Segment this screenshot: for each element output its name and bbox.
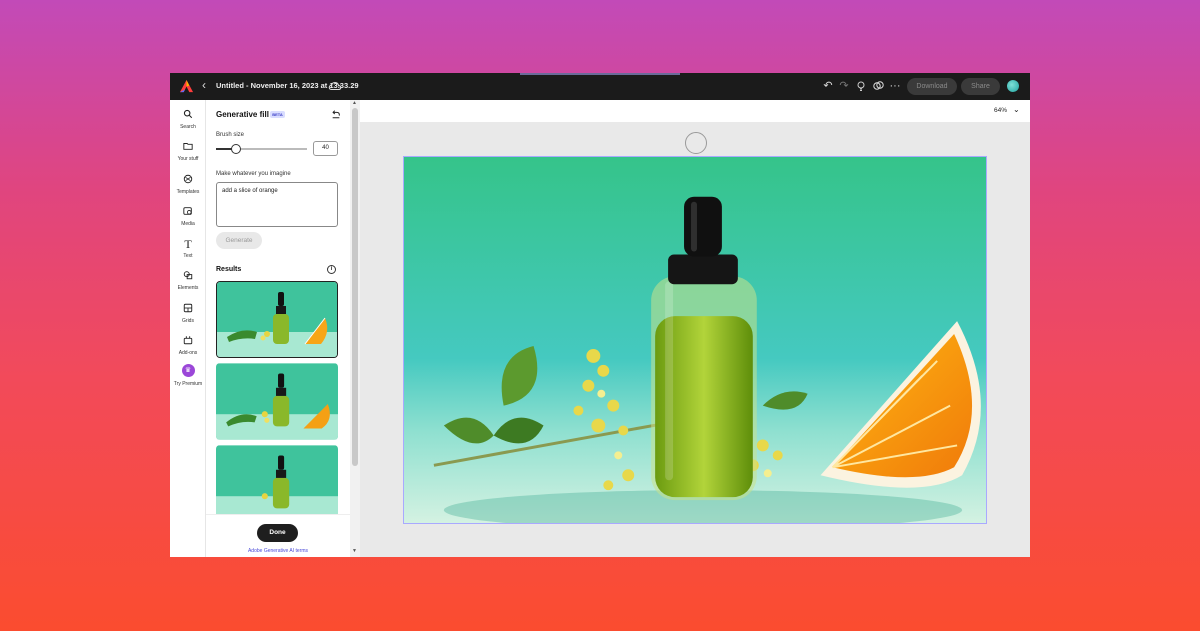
app-window: ‹ Untitled - November 16, 2023 at 13.33.… (170, 73, 1030, 557)
rail-item-search[interactable]: Search (170, 109, 206, 130)
scroll-thumb[interactable] (352, 108, 358, 466)
rail-item-label: Your stuff (177, 156, 199, 162)
rail-item-try-premium[interactable]: ♛ Try Premium (170, 364, 206, 387)
panel-title: Generative fill (216, 110, 269, 119)
grids-icon (170, 303, 206, 315)
premium-badge: ♛ (170, 364, 206, 378)
comments-icon[interactable] (872, 80, 884, 92)
rail-item-label: Text (183, 253, 193, 259)
rail-item-label: Grids (182, 318, 194, 324)
done-button[interactable]: Done (257, 524, 298, 542)
rail-item-elements[interactable]: Elements (170, 270, 206, 291)
lightbulb-icon[interactable] (855, 80, 867, 92)
avatar[interactable] (1007, 80, 1019, 92)
left-rail: Search Your stuff Templates Media T Text (170, 100, 206, 557)
rail-item-label: Add-ons (178, 350, 198, 356)
search-icon (170, 109, 206, 121)
undo-icon[interactable]: ↶ (822, 80, 834, 92)
result-image (216, 363, 338, 440)
rail-item-your-stuff[interactable]: Your stuff (170, 141, 206, 162)
rail-item-label: Templates (176, 189, 200, 195)
crown-icon: ♛ (181, 364, 195, 377)
prompt-input[interactable]: add a slice of orange (216, 182, 338, 227)
brush-size-label: Brush size (216, 132, 245, 138)
rail-item-addons[interactable]: Add-ons (170, 335, 206, 356)
top-bar: ‹ Untitled - November 16, 2023 at 13.33.… (170, 73, 1030, 100)
redo-icon[interactable]: ↷ (838, 80, 850, 92)
canvas-toolbar: 64% ⌄ (360, 100, 1030, 122)
result-image (216, 445, 338, 522)
serum-bottle-photo (404, 157, 986, 523)
result-image (217, 282, 337, 357)
result-thumbnail-1[interactable] (216, 281, 338, 358)
folder-icon (170, 141, 206, 153)
adobe-express-logo-icon[interactable] (179, 79, 194, 94)
text-icon: T (184, 237, 192, 251)
rail-item-templates[interactable]: Templates (170, 174, 206, 195)
rail-item-label: Search (180, 124, 196, 130)
back-chevron-icon[interactable]: ‹ (202, 78, 206, 92)
panel-footer: Done Adobe Generative AI terms (206, 514, 350, 557)
prompt-label: Make whatever you imagine (216, 171, 291, 177)
rail-item-media[interactable]: Media (170, 206, 206, 227)
rail-item-grids[interactable]: Grids (170, 303, 206, 324)
chevron-down-icon[interactable]: ⌄ (1013, 105, 1020, 114)
rail-item-label: Media (181, 221, 195, 227)
loading-progress (520, 73, 680, 75)
elements-icon (170, 270, 206, 282)
cloud-sync-icon[interactable] (328, 80, 342, 92)
addons-icon (170, 335, 206, 347)
brush-size-slider[interactable] (216, 144, 307, 154)
rail-item-text[interactable]: T Text (170, 238, 206, 259)
ai-terms-link[interactable]: Adobe Generative AI terms (206, 548, 350, 554)
download-button[interactable]: Download (907, 78, 957, 95)
scroll-up-arrow-icon[interactable]: ▲ (352, 100, 357, 106)
share-button[interactable]: Share (961, 78, 1000, 95)
result-thumbnail-3[interactable] (216, 445, 338, 522)
zoom-level[interactable]: 64% (994, 107, 1007, 114)
rail-item-label: Elements (177, 285, 199, 291)
more-options-icon[interactable]: ··· (889, 80, 901, 92)
media-icon (170, 206, 206, 218)
templates-icon (170, 174, 206, 186)
panel-scrollbar[interactable]: ▲ ▼ (350, 100, 360, 557)
canvas-area: 64% ⌄ (360, 100, 1030, 557)
reset-icon[interactable] (331, 109, 341, 121)
rail-item-label: Try Premium (173, 381, 203, 387)
results-heading: Results (216, 266, 242, 273)
beta-badge: BETA (270, 111, 285, 118)
info-icon[interactable]: i (327, 265, 336, 274)
artboard-image[interactable] (403, 156, 987, 524)
rotate-handle[interactable] (685, 132, 707, 154)
scroll-down-arrow-icon[interactable]: ▼ (352, 548, 357, 554)
generate-button[interactable]: Generate (216, 232, 262, 249)
generative-fill-panel: Generative fill BETA Brush size 40 Make … (206, 100, 360, 557)
slider-thumb[interactable] (231, 144, 242, 154)
result-thumbnail-2[interactable] (216, 363, 338, 440)
brush-size-field[interactable]: 40 (313, 141, 338, 156)
